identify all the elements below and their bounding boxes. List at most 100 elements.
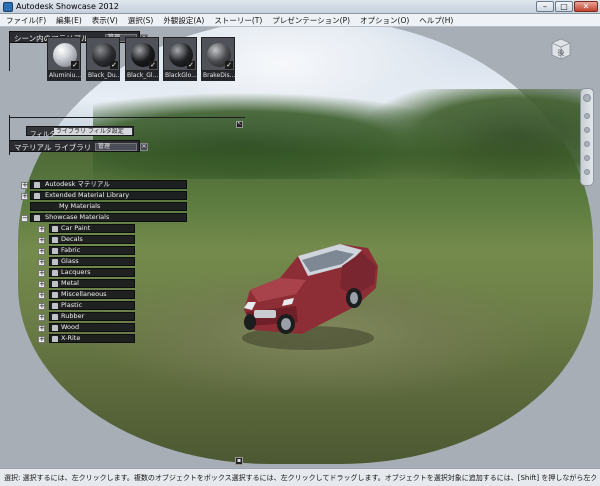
material-thumb-3[interactable]: ✓ Black_Gl... <box>125 37 159 83</box>
library-item-extended[interactable]: + Extended Material Library <box>21 191 187 200</box>
menu-options[interactable]: オプション(O) <box>354 15 413 26</box>
lock-icon <box>52 270 58 276</box>
expand-icon[interactable]: + <box>38 336 45 343</box>
menu-file[interactable]: ファイル(F) <box>0 15 50 26</box>
close-button[interactable]: ✕ <box>574 1 598 12</box>
material-thumb-2[interactable]: ✓ Black_Du... <box>86 37 120 83</box>
library-subitem-label: Plastic <box>61 301 83 309</box>
library-subitem-decals[interactable]: + Decals <box>38 235 135 244</box>
expand-icon[interactable]: + <box>38 226 45 233</box>
lock-icon <box>52 237 58 243</box>
expand-icon[interactable]: + <box>21 182 28 189</box>
maximize-button[interactable]: □ <box>555 1 573 12</box>
library-filter-dropdown[interactable]: ライブラリ フィルタ設定 <box>54 128 132 135</box>
library-subitem-x-rite[interactable]: + X-Rite <box>38 334 135 343</box>
material-library-header[interactable]: マテリアル ライブラリ 管理 ✕ <box>9 140 148 152</box>
lock-icon <box>34 215 40 221</box>
thumb-label: BlackGlo... <box>163 71 197 81</box>
expand-icon[interactable]: + <box>21 193 28 200</box>
material-thumb-5[interactable]: ✓ BrakeDis... <box>201 37 235 83</box>
navigation-bar <box>580 88 594 186</box>
expand-icon[interactable]: + <box>38 314 45 321</box>
expand-icon[interactable]: + <box>38 270 45 277</box>
menu-view[interactable]: 表示(V) <box>86 15 122 26</box>
app-icon <box>3 2 13 12</box>
thumb-label: Aluminiu... <box>47 71 81 81</box>
expand-icon[interactable]: + <box>38 303 45 310</box>
library-panel-edge <box>9 115 10 155</box>
library-subitem-lacquers[interactable]: + Lacquers <box>38 268 135 277</box>
library-subitem-label: Fabric <box>61 246 81 254</box>
minimize-button[interactable]: – <box>536 1 554 12</box>
menu-select[interactable]: 選択(S) <box>122 15 158 26</box>
library-subitem-label: X-Rite <box>61 334 81 342</box>
library-subitem-miscellaneous[interactable]: + Miscellaneous <box>38 290 135 299</box>
lock-icon <box>52 281 58 287</box>
check-icon: ✓ <box>71 61 79 69</box>
pan-icon[interactable] <box>584 113 590 119</box>
title-bar: Autodesk Showcase 2012 – □ ✕ <box>0 0 600 14</box>
menu-appearance[interactable]: 外観設定(A) <box>157 15 208 26</box>
library-subitem-label: Metal <box>61 279 79 287</box>
lock-icon <box>34 193 40 199</box>
expand-icon[interactable]: + <box>38 292 45 299</box>
window-title: Autodesk Showcase 2012 <box>16 2 119 11</box>
thumb-label: Black_Gl... <box>125 71 159 81</box>
library-item-autodesk[interactable]: + Autodesk マテリアル <box>21 180 187 189</box>
thumb-image: ✓ <box>201 37 235 71</box>
library-item-label: Extended Material Library <box>45 191 130 199</box>
material-thumb-1[interactable]: ✓ Aluminiu... <box>47 37 81 83</box>
viewcube-icon[interactable]: 後 <box>548 36 574 62</box>
lock-icon <box>52 259 58 265</box>
lock-icon <box>52 314 58 320</box>
material-library-close-icon[interactable]: ✕ <box>140 143 148 151</box>
library-item-label: My Materials <box>59 202 101 210</box>
library-subitem-wood[interactable]: + Wood <box>38 323 135 332</box>
lock-icon <box>52 325 58 331</box>
library-item-my-materials[interactable]: My Materials <box>30 202 187 211</box>
orbit-icon[interactable] <box>584 141 590 147</box>
status-bar: 選択: 選択するには、左クリックします。複数のオブジェクトをボックス選択するには… <box>0 468 600 486</box>
expand-icon[interactable]: + <box>38 259 45 266</box>
library-item-showcase[interactable]: − Showcase Materials <box>21 213 187 222</box>
expand-icon[interactable]: + <box>38 281 45 288</box>
lock-icon <box>52 336 58 342</box>
menu-help[interactable]: ヘルプ(H) <box>413 15 457 26</box>
library-item-label: Autodesk マテリアル <box>45 180 110 188</box>
material-thumb-4[interactable]: ✓ BlackGlo... <box>163 37 197 83</box>
library-subitem-metal[interactable]: + Metal <box>38 279 135 288</box>
check-icon: ✓ <box>110 61 118 69</box>
library-subitem-label: Miscellaneous <box>61 290 107 298</box>
lock-icon <box>52 292 58 298</box>
library-filter-bar: フィルタ ライブラリ フィルタ設定 <box>26 126 134 138</box>
menu-story[interactable]: ストーリー(T) <box>208 15 266 26</box>
panel-resize-handle-icon[interactable]: ↖ <box>236 121 243 128</box>
expand-icon[interactable]: + <box>38 237 45 244</box>
scene-panel-edge <box>9 43 10 71</box>
lock-icon <box>52 303 58 309</box>
lock-icon <box>34 182 40 188</box>
viewcube-face-label: 後 <box>558 48 565 57</box>
zoom-icon[interactable] <box>584 127 590 133</box>
nav-options-icon[interactable] <box>584 169 590 175</box>
library-subitem-label: Glass <box>61 257 79 265</box>
library-subitem-label: Wood <box>61 323 80 331</box>
thumb-image: ✓ <box>125 37 159 71</box>
menu-edit[interactable]: 編集(E) <box>50 15 86 26</box>
thumb-image: ✓ <box>47 37 81 71</box>
expand-icon[interactable]: + <box>38 325 45 332</box>
material-library-manage-dropdown[interactable]: 管理 <box>95 143 137 151</box>
collapse-icon[interactable]: − <box>21 215 28 222</box>
car-model[interactable] <box>236 226 381 354</box>
steering-wheel-icon[interactable] <box>583 94 591 102</box>
menu-presentation[interactable]: プレゼンテーション(P) <box>266 15 354 26</box>
library-subitem-fabric[interactable]: + Fabric <box>38 246 135 255</box>
library-subitem-plastic[interactable]: + Plastic <box>38 301 135 310</box>
viewport-handle-icon[interactable]: ▪ <box>235 457 243 465</box>
library-subitem-rubber[interactable]: + Rubber <box>38 312 135 321</box>
library-subitem-glass[interactable]: + Glass <box>38 257 135 266</box>
expand-icon[interactable]: + <box>38 248 45 255</box>
look-icon[interactable] <box>584 155 590 161</box>
thumb-image: ✓ <box>86 37 120 71</box>
library-subitem-car-paint[interactable]: + Car Paint <box>38 224 135 233</box>
